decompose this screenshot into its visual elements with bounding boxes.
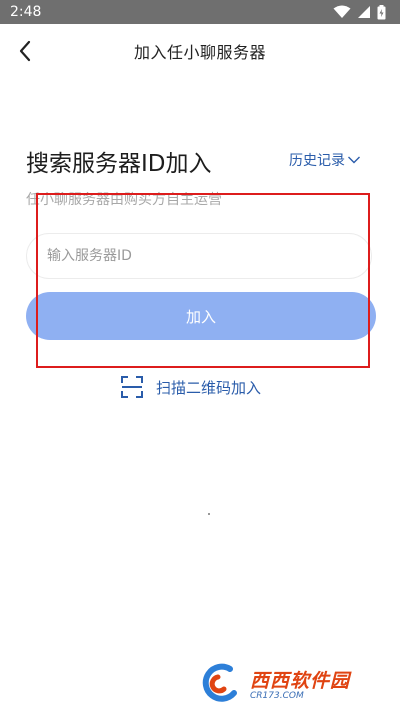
status-icons [333, 4, 386, 20]
watermark-logo-icon [202, 663, 237, 702]
wifi-icon [333, 5, 351, 18]
back-button[interactable] [10, 34, 40, 68]
history-link[interactable]: 历史记录 [289, 150, 361, 170]
battery-icon [377, 4, 386, 19]
scan-qr-label: 扫描二维码加入 [156, 378, 262, 397]
status-bar: 2:48 [0, 0, 400, 24]
subtitle: 任小聊服务器由购买方自主运营 [26, 192, 222, 208]
scan-qr-link[interactable]: 扫描二维码加入 [120, 374, 261, 400]
highlight-box [36, 193, 370, 368]
page-title: 加入任小聊服务器 [133, 43, 266, 62]
back-arrow-icon [19, 40, 31, 62]
search-heading: 搜索服务器ID加入 [26, 151, 212, 177]
decorative-dot [208, 513, 210, 515]
watermark-brand: 西西软件园 [250, 669, 351, 692]
watermark-url: CR173.COM [250, 690, 304, 701]
watermark: 西西软件园 CR173.COM [200, 660, 390, 706]
join-button[interactable]: 加入 [26, 292, 376, 340]
server-id-input[interactable] [26, 233, 372, 279]
signal-icon [358, 6, 370, 18]
title-bar: 加入任小聊服务器 [0, 24, 400, 78]
status-time: 2:48 [10, 4, 42, 20]
chevron-down-icon [348, 156, 360, 164]
qr-scan-icon [121, 376, 143, 398]
history-label: 历史记录 [289, 153, 345, 169]
